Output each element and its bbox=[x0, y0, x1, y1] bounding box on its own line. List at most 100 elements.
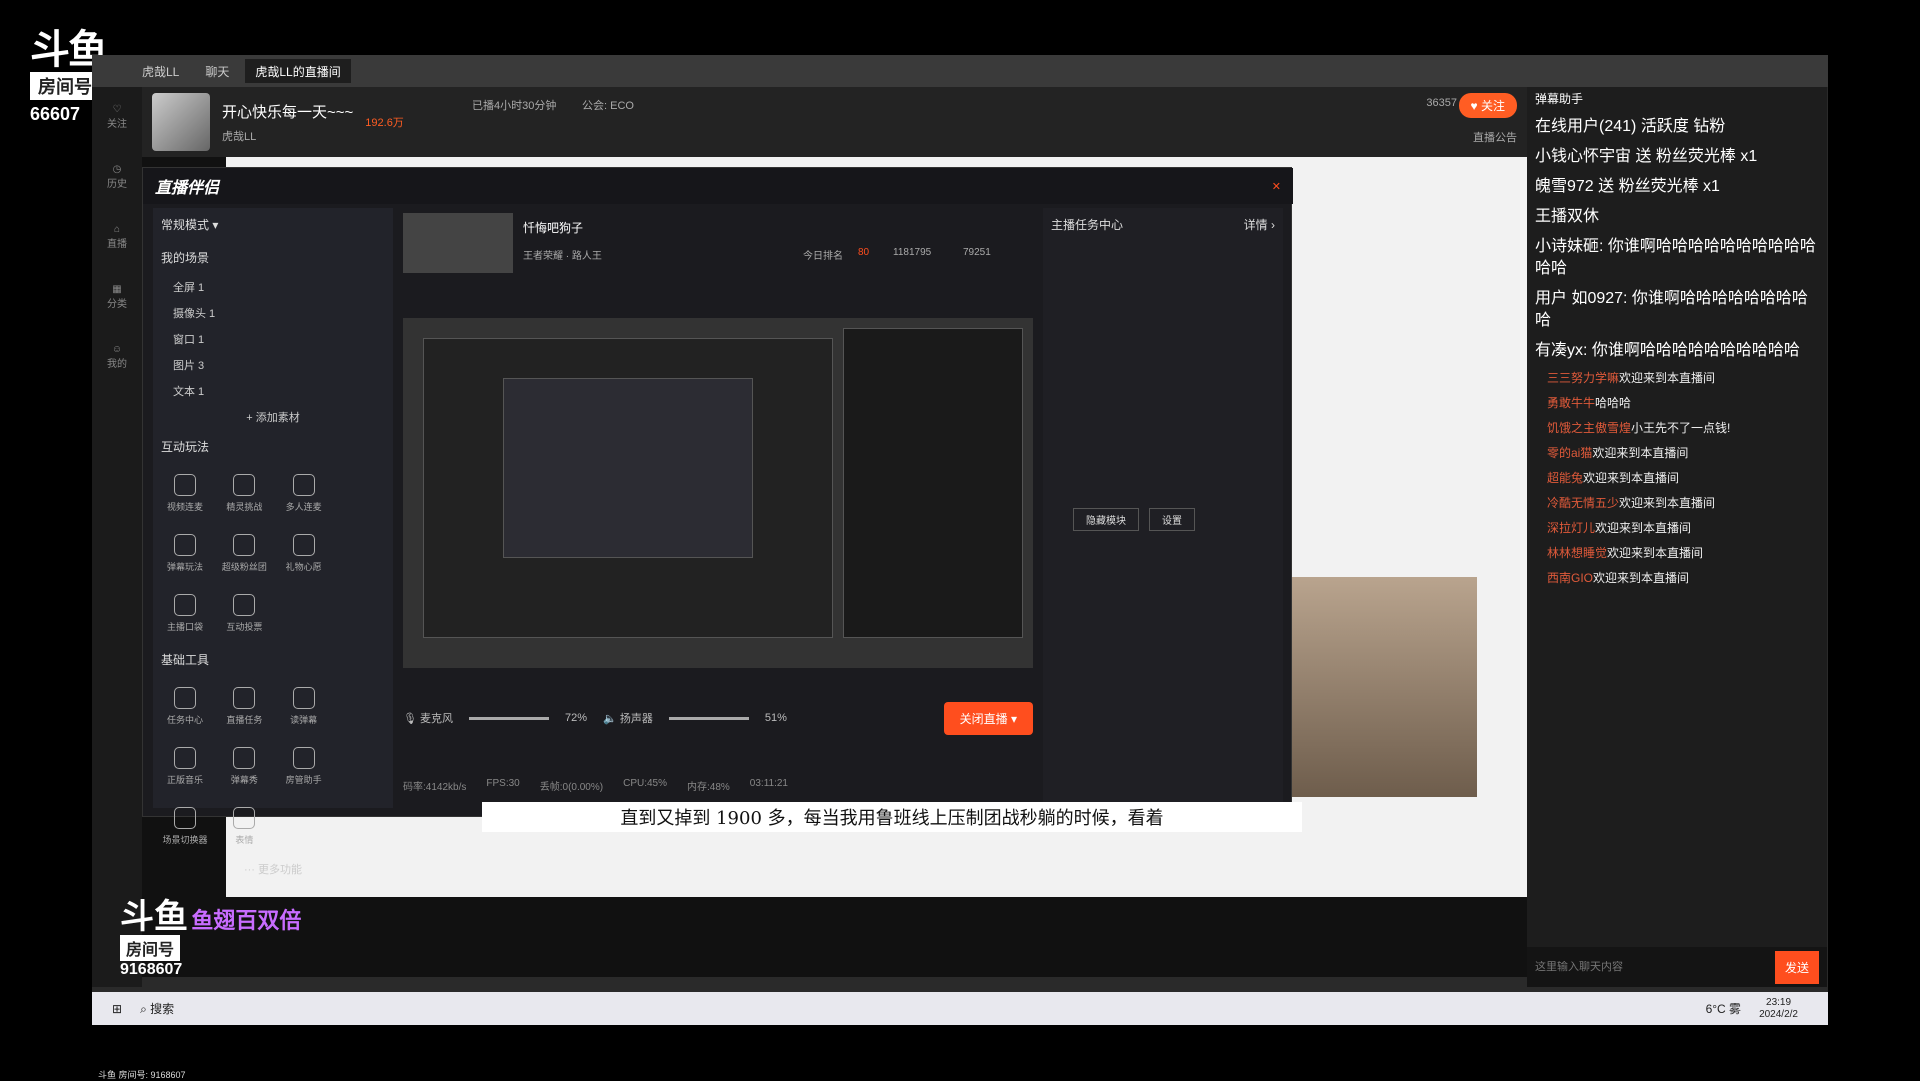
windows-start-icon[interactable]: ⊞ bbox=[112, 1002, 122, 1016]
mic-icon bbox=[174, 473, 196, 496]
chat-username[interactable]: 勇敢牛牛 bbox=[1547, 396, 1595, 410]
desktop-screen: 虎哉LL 聊天 虎哉LL的直播间 ♡ 关注 ◷ 历史 ⌂ 直播 ▦ 分类 ☺ 我的 开心快… bbox=[92, 55, 1828, 1025]
chat-input[interactable] bbox=[1535, 961, 1715, 973]
rail-history[interactable]: ◷ 历史 bbox=[92, 147, 142, 207]
follow-button[interactable]: ♥ 关注 bbox=[1458, 93, 1517, 118]
obs-left-panel: 常规模式 ▾ 我的场景 全屏 1 摄像头 1 窗口 1 图片 3 文本 1 + … bbox=[153, 208, 393, 876]
video-link-button[interactable]: 视频连麦 bbox=[157, 463, 213, 523]
chat-text: 欢迎来到本直播间 bbox=[1595, 521, 1692, 535]
gift-icon bbox=[174, 686, 196, 709]
task-detail-link[interactable]: 详情 › bbox=[1244, 216, 1275, 233]
wish-button[interactable]: 礼物心愿 bbox=[276, 523, 332, 583]
chat-username[interactable]: 饥饿之主傲雪煌 bbox=[1547, 421, 1631, 435]
scene-item[interactable]: 窗口 1 bbox=[153, 326, 393, 352]
pocket-icon bbox=[174, 593, 196, 616]
chat-text: 哈哈哈 bbox=[1595, 396, 1632, 410]
more-button[interactable]: ··· 更多功能 bbox=[153, 856, 393, 882]
task-center-button[interactable]: 任务中心 bbox=[157, 676, 213, 736]
active-label[interactable]: 活跃度 bbox=[1641, 118, 1689, 135]
diamond-fans[interactable]: 钻粉 bbox=[1693, 118, 1725, 135]
douyu-brand: 斗鱼 bbox=[120, 898, 188, 936]
obs-logo: 直播伴侣 bbox=[155, 180, 220, 197]
chat-message: 超能兔欢迎来到本直播间 bbox=[1527, 466, 1827, 491]
speaker-control[interactable]: 🔈 扬声器 bbox=[603, 710, 653, 726]
scene-item[interactable]: 文本 1 bbox=[153, 378, 393, 404]
tab-live-room[interactable]: 虎哉LL的直播间 bbox=[245, 59, 351, 83]
chat-message: 王播双休 bbox=[1527, 202, 1827, 232]
avatar[interactable] bbox=[152, 93, 210, 151]
room-number: 9168607 bbox=[120, 961, 183, 978]
read-danmu-button[interactable]: 读弹幕 bbox=[276, 676, 332, 736]
scene-switch-button[interactable]: 场景切换器 bbox=[157, 796, 213, 856]
user-icon: ☺ bbox=[111, 344, 123, 355]
fps: FPS:30 bbox=[486, 778, 520, 789]
notice-link[interactable]: 直播公告 bbox=[1473, 129, 1517, 145]
room-name: 忏悔吧狗子 bbox=[523, 221, 584, 235]
speaker-slider[interactable] bbox=[668, 716, 749, 720]
settings-button[interactable]: 设置 bbox=[1149, 508, 1195, 531]
danmu-show-button[interactable]: 弹幕秀 bbox=[216, 736, 272, 796]
interactive-header: 互动玩法 bbox=[161, 440, 210, 454]
right-buttons: 隐藏模块 设置 bbox=[1073, 508, 1195, 531]
obs-right-panel: 主播任务中心 详情 › 隐藏模块 设置 bbox=[1043, 208, 1283, 808]
pocket-button[interactable]: 主播口袋 bbox=[157, 583, 213, 643]
scene-header: 我的场景 bbox=[161, 251, 210, 265]
chat-username[interactable]: 零的ai猫 bbox=[1547, 446, 1592, 460]
browser-tabbar: 虎哉LL 聊天 虎哉LL的直播间 bbox=[92, 55, 1828, 87]
tab-chat[interactable]: 聊天 bbox=[195, 59, 239, 83]
tab-search[interactable]: 虎哉LL bbox=[132, 59, 189, 83]
hide-module-button[interactable]: 隐藏模块 bbox=[1073, 508, 1139, 531]
scene-item[interactable]: 全屏 1 bbox=[153, 274, 393, 300]
send-button[interactable]: 发送 bbox=[1774, 950, 1819, 984]
cover-thumbnail[interactable] bbox=[403, 213, 513, 273]
mic-control[interactable]: 🎙 麦克风 bbox=[403, 710, 453, 726]
chat-username[interactable]: 林林想睡觉 bbox=[1547, 546, 1607, 560]
multi-link-button[interactable]: 多人连麦 bbox=[276, 463, 332, 523]
mic-slider[interactable] bbox=[469, 716, 550, 720]
chat-username[interactable]: 西南GIO bbox=[1547, 571, 1593, 585]
promo-text: 鱼翅百双倍 bbox=[191, 908, 302, 933]
shield-icon bbox=[233, 473, 256, 496]
chat-message: 零的ai猫欢迎来到本直播间 bbox=[1527, 441, 1827, 466]
clock[interactable]: 23:19 2024/2/2 bbox=[1759, 997, 1798, 1021]
chat-input-bar: 发送 bbox=[1527, 947, 1827, 987]
rail-mine[interactable]: ☺ 我的 bbox=[92, 327, 142, 387]
rail-category[interactable]: ▦ 分类 bbox=[92, 267, 142, 327]
streamer-name[interactable]: 虎哉LL bbox=[222, 128, 353, 144]
mode-select[interactable]: 常规模式 ▾ bbox=[153, 208, 393, 241]
add-source-button[interactable]: + 添加素材 bbox=[153, 404, 393, 430]
scene-item[interactable]: 图片 3 bbox=[153, 352, 393, 378]
badge-icon bbox=[233, 533, 256, 556]
vote-button[interactable]: 互动投票 bbox=[216, 583, 272, 643]
online-users[interactable]: 在线用户(241) bbox=[1535, 118, 1636, 135]
close-window-icon[interactable]: ✕ bbox=[1272, 180, 1281, 193]
video-player[interactable]: 直播伴侣 ✕ 常规模式 ▾ 我的场景 全屏 1 摄像头 1 窗口 1 图片 3 … bbox=[142, 157, 1551, 977]
danmu-play-button[interactable]: 弹幕玩法 bbox=[157, 523, 213, 583]
chat-username[interactable]: 超能兔 bbox=[1547, 471, 1583, 485]
stop-live-button[interactable]: 关闭直播 ▾ bbox=[943, 701, 1033, 735]
download-icon bbox=[174, 746, 196, 769]
home-icon bbox=[292, 746, 315, 769]
music-button[interactable]: 正版音乐 bbox=[157, 736, 213, 796]
chat-message: 用户 如0927: 你谁啊哈哈哈哈哈哈哈哈哈 bbox=[1527, 284, 1827, 336]
online-stats: 在线用户(241) 活跃度 钻粉 bbox=[1527, 112, 1827, 142]
chat-message: 勇敢牛牛哈哈哈 bbox=[1527, 391, 1827, 416]
emoji-button[interactable]: 表情 bbox=[216, 796, 272, 856]
chat-username[interactable]: 深拉灯儿 bbox=[1547, 521, 1595, 535]
taskbar-search[interactable]: ⌕ 搜索 bbox=[140, 1000, 174, 1017]
chat-username[interactable]: 三三努力学嘛 bbox=[1547, 371, 1619, 385]
chat-text: 王播双休 bbox=[1535, 208, 1600, 225]
room-admin-button[interactable]: 房管助手 bbox=[276, 736, 332, 796]
chat-username[interactable]: 冷酷无情五少 bbox=[1547, 496, 1619, 510]
room-info: 忏悔吧狗子 王者荣耀 · 路人王 今日排名 80 1181795 79251 bbox=[403, 213, 1023, 273]
rail-live[interactable]: ⌂ 直播 bbox=[92, 207, 142, 267]
rail-follow[interactable]: ♡ 关注 bbox=[92, 87, 142, 147]
live-task-button[interactable]: 直播任务 bbox=[216, 676, 272, 736]
chat-text: 小王先不了一点钱! bbox=[1631, 421, 1731, 435]
challenge-button[interactable]: 精灵挑战 bbox=[216, 463, 272, 523]
grid-icon: ▦ bbox=[112, 284, 122, 295]
scene-item[interactable]: 摄像头 1 bbox=[153, 300, 393, 326]
fans-group-button[interactable]: 超级粉丝团 bbox=[216, 523, 272, 583]
speaker-level: 51% bbox=[764, 712, 787, 724]
heat-value: 192.6万 bbox=[365, 117, 404, 129]
